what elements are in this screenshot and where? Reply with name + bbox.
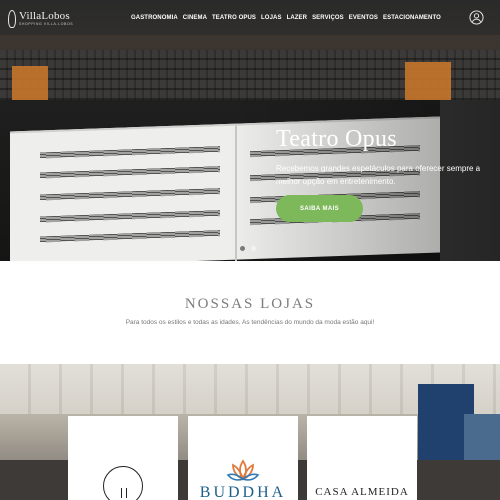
nav-estacionamento[interactable]: ESTACIONAMENTO bbox=[383, 15, 441, 21]
nav-lojas[interactable]: LOJAS bbox=[261, 15, 282, 21]
site-logo[interactable]: VillaLobos SHOPPING VILLA-LOBOS bbox=[8, 10, 73, 28]
main-nav: GASTRONOMIA CINEMA TEATRO OPUS LOJAS LAZ… bbox=[131, 15, 441, 21]
site-header: VillaLobos SHOPPING VILLA-LOBOS GASTRONO… bbox=[0, 0, 500, 38]
section-subtitle: Para todos os estilos e todas as idades.… bbox=[125, 319, 375, 326]
hero-description: Recebemos grandes espetáculos para ofere… bbox=[276, 164, 481, 186]
staff-line bbox=[40, 146, 220, 159]
carousel-dot-2[interactable] bbox=[251, 246, 256, 251]
logo-tagline: SHOPPING VILLA-LOBOS bbox=[19, 22, 74, 26]
carousel-dot-1[interactable] bbox=[240, 246, 245, 251]
page: VillaLobos SHOPPING VILLA-LOBOS GASTRONO… bbox=[0, 0, 500, 500]
logo-name: VillaLobos bbox=[19, 10, 70, 22]
nav-cinema[interactable]: CINEMA bbox=[183, 15, 207, 21]
saiba-mais-button[interactable]: SAIBA MAIS bbox=[276, 195, 363, 222]
staff-line bbox=[40, 210, 220, 223]
store-name: CASA ALMEIDA bbox=[315, 486, 409, 498]
lotus-icon bbox=[226, 459, 260, 481]
violin-logo-icon bbox=[8, 10, 16, 28]
nav-lazer[interactable]: LAZER bbox=[287, 15, 308, 21]
circle-monogram-icon bbox=[103, 466, 143, 500]
nav-servicos[interactable]: SERVIÇOS bbox=[312, 15, 344, 21]
nav-teatro-opus[interactable]: TEATRO OPUS bbox=[212, 15, 256, 21]
section-title: NOSSAS LOJAS bbox=[184, 296, 316, 312]
store-card[interactable] bbox=[68, 416, 178, 500]
logo-text-block: VillaLobos SHOPPING VILLA-LOBOS bbox=[19, 11, 73, 27]
orange-stairs-left bbox=[12, 66, 48, 102]
store-card-casa-almeida[interactable]: CASA ALMEIDA bbox=[307, 416, 417, 500]
staff-line bbox=[40, 166, 220, 179]
nav-eventos[interactable]: EVENTOS bbox=[349, 15, 378, 21]
store-name: BUDDHA bbox=[199, 484, 287, 500]
carousel-dots bbox=[240, 246, 256, 251]
user-circle-icon[interactable] bbox=[469, 10, 484, 25]
staff-line bbox=[40, 230, 220, 243]
nav-gastronomia[interactable]: GASTRONOMIA bbox=[131, 15, 178, 21]
orange-stairs-right bbox=[405, 62, 451, 102]
store-card-buddha[interactable]: BUDDHA bbox=[188, 416, 298, 500]
staff-line bbox=[40, 188, 220, 201]
hero-banner bbox=[0, 0, 500, 261]
hero-title: Teatro Opus bbox=[276, 126, 397, 152]
